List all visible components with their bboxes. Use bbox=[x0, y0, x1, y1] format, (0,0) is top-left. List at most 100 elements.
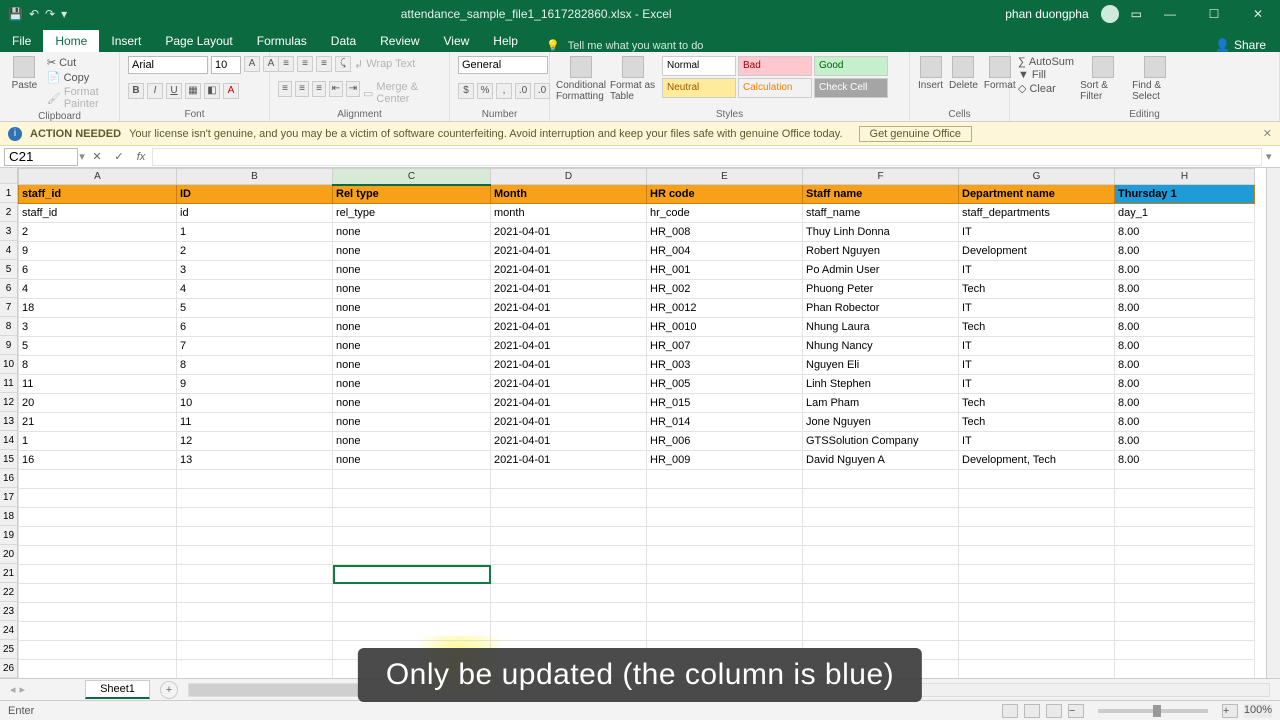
cell[interactable]: 2021-04-01 bbox=[491, 261, 647, 280]
copy-button[interactable]: 📄Copy bbox=[47, 71, 111, 84]
row-header[interactable]: 7 bbox=[0, 298, 17, 317]
cell[interactable] bbox=[1115, 489, 1255, 508]
cell[interactable] bbox=[333, 565, 491, 584]
cell[interactable]: 2021-04-01 bbox=[491, 394, 647, 413]
minimize-button[interactable]: — bbox=[1154, 7, 1186, 21]
cell[interactable]: 18 bbox=[19, 299, 177, 318]
cell[interactable] bbox=[491, 584, 647, 603]
cell[interactable] bbox=[491, 489, 647, 508]
avatar[interactable] bbox=[1101, 5, 1119, 23]
cell[interactable]: 5 bbox=[177, 299, 333, 318]
cell[interactable] bbox=[959, 546, 1115, 565]
percent-icon[interactable]: % bbox=[477, 83, 493, 99]
row-header[interactable]: 3 bbox=[0, 222, 17, 241]
sheet-table[interactable]: ABCDEFGHstaff_idIDRel typeMonthHR codeSt… bbox=[18, 168, 1255, 678]
cell[interactable]: 8.00 bbox=[1115, 318, 1255, 337]
cell[interactable]: 8.00 bbox=[1115, 413, 1255, 432]
cell[interactable] bbox=[803, 584, 959, 603]
row-header[interactable]: 15 bbox=[0, 450, 17, 469]
cell[interactable]: 2021-04-01 bbox=[491, 223, 647, 242]
find-select-button[interactable]: Find & Select bbox=[1132, 56, 1178, 102]
cell[interactable] bbox=[19, 546, 177, 565]
cell[interactable] bbox=[1115, 546, 1255, 565]
cell[interactable] bbox=[177, 527, 333, 546]
cell[interactable]: 2021-04-01 bbox=[491, 299, 647, 318]
paste-button[interactable]: Paste bbox=[8, 56, 41, 91]
cell[interactable] bbox=[333, 603, 491, 622]
cell[interactable]: 11 bbox=[177, 413, 333, 432]
insert-cells-button[interactable]: Insert bbox=[918, 56, 943, 91]
row-header[interactable]: 26 bbox=[0, 659, 17, 678]
row-header[interactable]: 23 bbox=[0, 602, 17, 621]
cell[interactable] bbox=[19, 470, 177, 489]
cell[interactable]: 8.00 bbox=[1115, 432, 1255, 451]
row-header[interactable]: 17 bbox=[0, 488, 17, 507]
border-button[interactable]: ▦ bbox=[185, 83, 201, 99]
header-cell[interactable]: Rel type bbox=[333, 185, 491, 204]
cell[interactable]: 21 bbox=[19, 413, 177, 432]
align-center-icon[interactable]: ≡ bbox=[295, 81, 309, 97]
cell[interactable] bbox=[19, 603, 177, 622]
cell[interactable]: 8.00 bbox=[1115, 337, 1255, 356]
cell[interactable]: HR_001 bbox=[647, 261, 803, 280]
col-header-D[interactable]: D bbox=[491, 169, 647, 185]
cell[interactable] bbox=[647, 584, 803, 603]
cell[interactable]: 5 bbox=[19, 337, 177, 356]
cell[interactable]: 3 bbox=[177, 261, 333, 280]
row-header[interactable]: 5 bbox=[0, 260, 17, 279]
tab-help[interactable]: Help bbox=[481, 30, 530, 52]
save-icon[interactable]: 💾 bbox=[8, 7, 23, 21]
cell[interactable]: HR_008 bbox=[647, 223, 803, 242]
col-header-F[interactable]: F bbox=[803, 169, 959, 185]
warning-close-icon[interactable]: ✕ bbox=[1263, 127, 1272, 140]
font-name-input[interactable] bbox=[128, 56, 208, 74]
row-header[interactable]: 25 bbox=[0, 640, 17, 659]
style-normal[interactable]: Normal bbox=[662, 56, 736, 76]
cell[interactable]: 6 bbox=[19, 261, 177, 280]
zoom-slider[interactable] bbox=[1098, 709, 1208, 713]
cell[interactable] bbox=[177, 508, 333, 527]
cell[interactable] bbox=[333, 584, 491, 603]
header-cell[interactable]: Department name bbox=[959, 185, 1115, 204]
cell[interactable]: 8.00 bbox=[1115, 394, 1255, 413]
cell[interactable] bbox=[177, 603, 333, 622]
cell[interactable] bbox=[1115, 508, 1255, 527]
cell[interactable]: HR_005 bbox=[647, 375, 803, 394]
cell[interactable]: HR_004 bbox=[647, 242, 803, 261]
cell[interactable]: HR_0010 bbox=[647, 318, 803, 337]
cell[interactable]: none bbox=[333, 223, 491, 242]
cell[interactable] bbox=[959, 489, 1115, 508]
cell[interactable]: Phan Robector bbox=[803, 299, 959, 318]
underline-button[interactable]: U bbox=[166, 83, 182, 99]
cell[interactable] bbox=[1115, 527, 1255, 546]
cell[interactable]: IT bbox=[959, 223, 1115, 242]
style-check-cell[interactable]: Check Cell bbox=[814, 78, 888, 98]
cell[interactable]: none bbox=[333, 356, 491, 375]
cell[interactable] bbox=[647, 546, 803, 565]
cell[interactable] bbox=[959, 603, 1115, 622]
row-header[interactable]: 14 bbox=[0, 431, 17, 450]
tab-review[interactable]: Review bbox=[368, 30, 431, 52]
view-page-layout-icon[interactable] bbox=[1024, 704, 1040, 718]
sheet-nav-first-icon[interactable]: ◂ bbox=[0, 683, 16, 696]
style-neutral[interactable]: Neutral bbox=[662, 78, 736, 98]
cell[interactable] bbox=[959, 660, 1115, 679]
cell[interactable] bbox=[803, 527, 959, 546]
cell[interactable] bbox=[177, 470, 333, 489]
cell[interactable]: Linh Stephen bbox=[803, 375, 959, 394]
format-painter-button[interactable]: 🖌Format Painter bbox=[47, 86, 111, 110]
user-name[interactable]: phan duongpha bbox=[1005, 7, 1088, 21]
style-calculation[interactable]: Calculation bbox=[738, 78, 812, 98]
cell[interactable]: 8.00 bbox=[1115, 223, 1255, 242]
cancel-edit-icon[interactable]: ✕ bbox=[86, 150, 108, 163]
cell[interactable] bbox=[177, 546, 333, 565]
spreadsheet-grid[interactable]: 1234567891011121314151617181920212223242… bbox=[0, 168, 1280, 678]
cell[interactable]: none bbox=[333, 375, 491, 394]
cell[interactable] bbox=[647, 489, 803, 508]
cell[interactable] bbox=[1115, 622, 1255, 641]
cell[interactable]: staff_departments bbox=[959, 204, 1115, 223]
cell[interactable] bbox=[177, 584, 333, 603]
header-cell[interactable]: Month bbox=[491, 185, 647, 204]
row-header[interactable]: 13 bbox=[0, 412, 17, 431]
cell[interactable] bbox=[803, 565, 959, 584]
